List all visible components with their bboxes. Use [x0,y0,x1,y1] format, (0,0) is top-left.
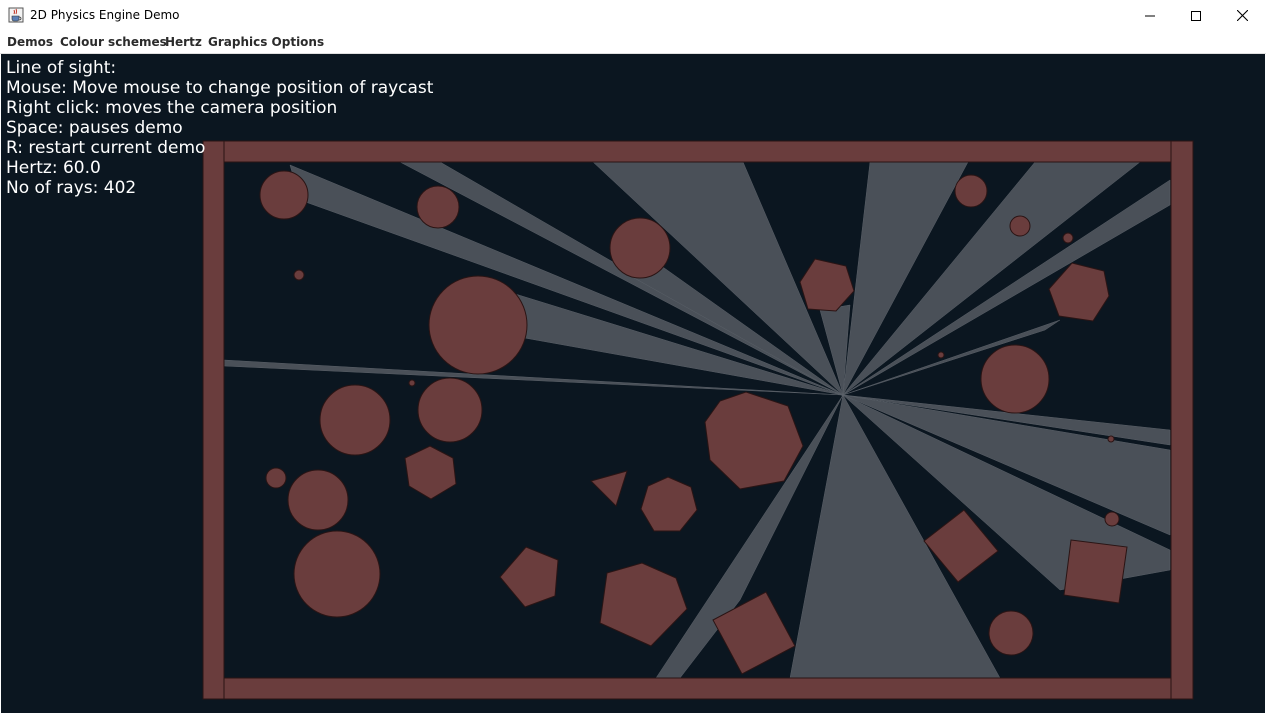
hud-ray-count: No of rays: 402 [6,178,137,198]
wall-bottom [202,677,1194,700]
circle-body [1009,215,1031,237]
minimize-icon [1145,6,1155,25]
hud-restart-instruction: R: restart current demo [6,138,206,158]
hud-overlay: Line of sight: Mouse: Move mouse to chan… [6,58,433,198]
wall-right [1170,140,1194,700]
circle-body [265,467,287,489]
close-button[interactable] [1219,0,1265,30]
circle-body [287,469,349,531]
circle-body [1104,511,1120,527]
hud-demo-title: Line of sight: [6,58,117,78]
menu-graphics-options[interactable]: Graphics Options [208,35,324,49]
hud-hertz: Hertz: 60.0 [6,158,101,178]
close-icon [1236,6,1248,25]
circle-body [319,384,391,456]
circle-body [408,379,416,387]
circle-body [609,217,671,279]
minimize-button[interactable] [1127,0,1173,30]
title-bar[interactable]: 2D Physics Engine Demo [0,0,1266,30]
circle-body [1107,435,1115,443]
menu-bar: Demos Colour schemes Hertz Graphics Opti… [0,30,1266,54]
window-title: 2D Physics Engine Demo [30,8,180,22]
maximize-icon [1191,6,1201,25]
circle-body [980,344,1050,414]
menu-colour-schemes[interactable]: Colour schemes [60,35,167,49]
circle-body [417,377,483,443]
circle-body [937,351,945,359]
hud-mouse-instruction: Mouse: Move mouse to change position of … [6,78,434,98]
circle-body [988,610,1034,656]
circle-body [1062,232,1074,244]
java-cup-icon [8,7,24,23]
circle-body [428,275,528,375]
menu-hertz[interactable]: Hertz [165,35,202,49]
square-body [1063,539,1128,604]
menu-demos[interactable]: Demos [7,35,53,49]
wall-left [202,140,225,700]
hud-space-instruction: Space: pauses demo [6,118,183,138]
app-window: 2D Physics Engine Demo Demos Colour sche… [0,0,1266,713]
maximize-button[interactable] [1173,0,1219,30]
hud-right-click-instruction: Right click: moves the camera position [6,98,338,118]
circle-body [293,530,381,618]
circle-body [954,174,988,208]
circle-body [293,269,305,281]
raycast-origin [841,393,845,397]
